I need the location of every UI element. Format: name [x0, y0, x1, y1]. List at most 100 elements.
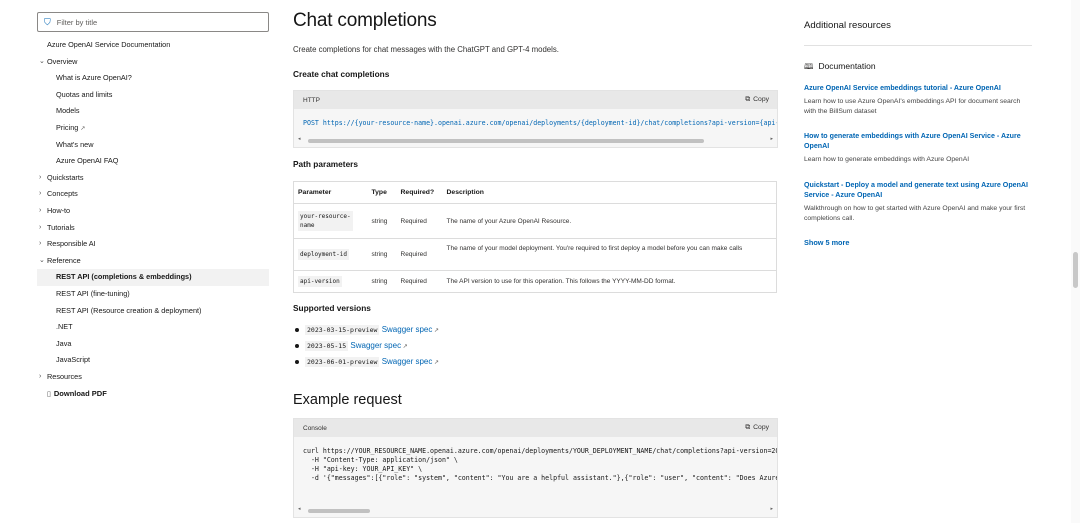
- copy-button[interactable]: ⧉ Copy: [745, 96, 769, 104]
- copy-button[interactable]: ⧉ Copy: [745, 424, 769, 432]
- download-pdf-link[interactable]: ▯ Download PDF: [37, 386, 269, 402]
- resource-link[interactable]: Azure OpenAI Service embeddings tutorial…: [804, 83, 1032, 93]
- param-description: The name of your Azure OpenAI Resource.: [442, 203, 777, 239]
- param-type: string: [367, 238, 397, 271]
- book-icon: 🕮: [804, 62, 814, 71]
- resource-card: Quickstart - Deploy a model and generate…: [804, 180, 1032, 224]
- path-params-table: Parameter Type Required? Description you…: [293, 181, 777, 293]
- toc-item[interactable]: REST API (Resource creation & deployment…: [37, 303, 269, 320]
- table-row: your-resource-name string Required The n…: [293, 203, 777, 239]
- resource-link[interactable]: Quickstart - Deploy a model and generate…: [804, 180, 1032, 200]
- page-title: Chat completions: [293, 10, 437, 31]
- toc-item[interactable]: › Quickstarts: [37, 170, 269, 187]
- toc-item[interactable]: › How-to: [37, 203, 269, 220]
- chevron-right-icon[interactable]: ›: [39, 186, 41, 203]
- param-required: Required: [396, 203, 443, 239]
- toc-item-label: Reference: [47, 255, 81, 265]
- toc-item-label: Overview: [47, 56, 78, 66]
- toc-item[interactable]: REST API (completions & embeddings): [37, 269, 269, 286]
- toc-item[interactable]: Azure OpenAI FAQ: [37, 153, 269, 170]
- toc-item[interactable]: Quotas and limits: [37, 87, 269, 104]
- toc-item-label: JavaScript: [56, 355, 91, 365]
- page-subtitle: Create completions for chat messages wit…: [293, 45, 559, 54]
- toc-item[interactable]: .NET: [37, 319, 269, 336]
- toc-item[interactable]: › Concepts: [37, 186, 269, 203]
- toc-item[interactable]: Models: [37, 103, 269, 120]
- toc-item[interactable]: › Resources: [37, 369, 269, 386]
- toc-sidebar: ⛉ Filter by title Azure OpenAI Service D…: [37, 12, 269, 402]
- chevron-right-icon[interactable]: ›: [39, 369, 41, 386]
- path-params-heading: Path parameters: [293, 159, 359, 169]
- create-heading: Create chat completions: [293, 69, 390, 79]
- table-row: deployment-id string Required The name o…: [293, 238, 777, 271]
- resource-description: Walkthrough on how to get started with A…: [804, 205, 1026, 222]
- param-code: your-resource-name: [298, 211, 353, 231]
- resource-link[interactable]: How to generate embeddings with Azure Op…: [804, 131, 1032, 151]
- filter-input[interactable]: ⛉ Filter by title: [37, 12, 269, 32]
- param-required: Required: [396, 270, 443, 293]
- toc-item-label: Resources: [47, 371, 82, 381]
- toc-item-label: Concepts: [47, 189, 78, 199]
- toc-item-label: Azure OpenAI FAQ: [56, 156, 119, 166]
- scroll-right-icon[interactable]: ▸: [770, 136, 773, 142]
- resource-description: Learn how to generate embeddings with Az…: [804, 156, 970, 163]
- toc-item[interactable]: JavaScript: [37, 352, 269, 369]
- toc-tree: Azure OpenAI Service Documentation ⌄ Overv…: [37, 37, 269, 385]
- example-request-heading: Example request: [293, 392, 402, 408]
- code-horizontal-scrollbar[interactable]: ◂ ▸: [298, 136, 773, 144]
- copy-icon: ⧉: [745, 424, 751, 431]
- toc-item[interactable]: ⌄ Reference: [37, 253, 269, 270]
- filter-icon: ⛉: [44, 16, 51, 27]
- toc-item[interactable]: What is Azure OpenAI?: [37, 70, 269, 87]
- resource-card: Azure OpenAI Service embeddings tutorial…: [804, 83, 1032, 117]
- scroll-thumb[interactable]: [1073, 252, 1078, 288]
- param-code: deployment-id: [298, 249, 349, 260]
- page-vertical-scrollbar[interactable]: [1071, 0, 1080, 523]
- chevron-down-icon[interactable]: ⌄: [39, 54, 45, 71]
- toc-item-label: REST API (fine-tuning): [56, 288, 130, 298]
- scroll-left-icon[interactable]: ◂: [298, 136, 301, 142]
- toc-item[interactable]: Azure OpenAI Service Documentation: [37, 37, 269, 54]
- show-more-link[interactable]: Show 5 more: [804, 238, 849, 247]
- toc-item[interactable]: REST API (fine-tuning): [37, 286, 269, 303]
- documentation-heading: 🕮 Documentation: [804, 61, 876, 71]
- swagger-spec-link[interactable]: Swagger spec ↗: [382, 357, 439, 366]
- chevron-right-icon[interactable]: ›: [39, 220, 41, 237]
- divider: [804, 45, 1032, 46]
- table-header: Parameter: [293, 181, 368, 204]
- swagger-spec-link[interactable]: Swagger spec ↗: [382, 325, 439, 334]
- swagger-spec-link[interactable]: Swagger spec ↗: [350, 341, 407, 350]
- chevron-right-icon[interactable]: ›: [39, 236, 41, 253]
- table-header: Required?: [396, 181, 443, 204]
- console-code: curl https://YOUR_RESOURCE_NAME.openai.a…: [303, 447, 777, 482]
- resource-description: Learn how to use Azure OpenAI's embeddin…: [804, 98, 1021, 115]
- toc-item-label: Responsible AI: [47, 239, 96, 249]
- http-code-block: HTTP ⧉ Copy POST https://{your-resource-n…: [293, 90, 778, 148]
- scroll-left-icon[interactable]: ◂: [298, 506, 301, 512]
- toc-item[interactable]: What's new: [37, 137, 269, 154]
- chevron-right-icon[interactable]: ›: [39, 203, 41, 220]
- chevron-right-icon[interactable]: ›: [39, 170, 41, 187]
- toc-item-label: REST API (completions & embeddings): [56, 272, 192, 282]
- toc-item-label: What's new: [56, 139, 94, 149]
- supported-versions-heading: Supported versions: [293, 303, 371, 313]
- scroll-thumb[interactable]: [308, 509, 370, 513]
- toc-item[interactable]: Pricing ↗: [37, 120, 269, 137]
- scroll-thumb[interactable]: [308, 139, 704, 143]
- http-code: POST https://{your-resource-name}.openai…: [303, 119, 777, 127]
- table-header: Description: [442, 181, 777, 204]
- toc-item[interactable]: ⌄ Overview: [37, 54, 269, 71]
- list-item: 2023-05-15 Swagger spec ↗: [293, 338, 439, 354]
- rail-heading: Additional resources: [804, 20, 891, 31]
- param-type: string: [367, 270, 397, 293]
- scroll-right-icon[interactable]: ▸: [770, 506, 773, 512]
- toc-item[interactable]: Java: [37, 336, 269, 353]
- code-horizontal-scrollbar[interactable]: ◂ ▸: [298, 506, 773, 514]
- param-description: The API version to use for this operatio…: [442, 270, 777, 293]
- toc-item[interactable]: › Tutorials: [37, 220, 269, 237]
- toc-item-label: Models: [56, 106, 80, 116]
- pdf-icon: ▯: [47, 391, 51, 399]
- toc-item-label: How-to: [47, 205, 71, 215]
- chevron-down-icon[interactable]: ⌄: [39, 253, 45, 270]
- toc-item[interactable]: › Responsible AI: [37, 236, 269, 253]
